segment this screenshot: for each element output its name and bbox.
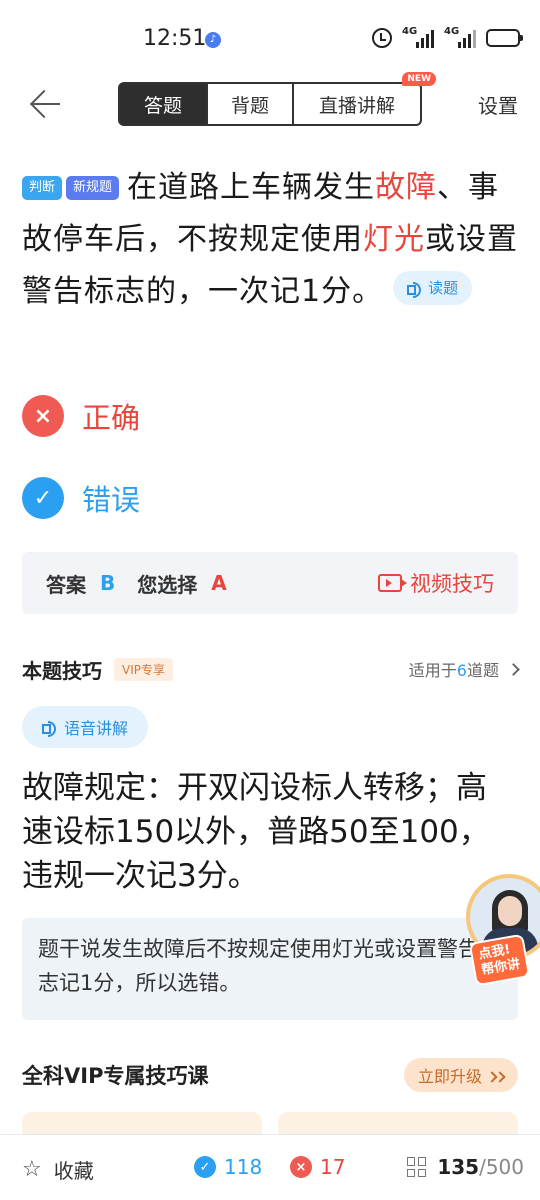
- double-chevron-icon: [486, 1066, 506, 1085]
- tips-header: 本题技巧 VIP专享 适用于6道题: [22, 654, 520, 684]
- option-false[interactable]: ✓ 错误: [22, 476, 322, 520]
- back-arrow-icon[interactable]: [28, 88, 64, 120]
- applies-count: 6: [456, 661, 467, 680]
- signal-label-1: 4G: [402, 26, 418, 37]
- answer-summary: 答案 B 您选择 A 视频技巧: [22, 552, 518, 614]
- applies-suffix: 道题: [466, 661, 499, 680]
- vip-exclusive-badge: VIP专享: [114, 657, 173, 681]
- wrong-count-value: 17: [320, 1155, 346, 1179]
- status-icons: 4G 4G: [372, 26, 523, 48]
- wrong-mark-icon: ×: [22, 395, 64, 437]
- favorite-button[interactable]: ☆ 收藏: [22, 1155, 94, 1184]
- answer-label: 答案: [46, 572, 86, 597]
- your-choice-value: A: [211, 571, 227, 595]
- vip-course-title: 全科VIP专属技巧课: [22, 1064, 209, 1088]
- voice-explain-label: 语音讲解: [64, 719, 129, 738]
- video-icon: [378, 574, 407, 592]
- upgrade-button[interactable]: 立即升级: [403, 1058, 518, 1092]
- chevron-right-icon: [507, 662, 520, 676]
- correct-count-value: 118: [224, 1155, 263, 1179]
- top-nav: 答题 背题 直播讲解 NEW 设置: [0, 72, 540, 130]
- status-bar: 12:51 ♪ 4G 4G: [0, 0, 540, 80]
- your-choice-label: 您选择: [137, 572, 198, 597]
- check-circle-icon: ✓: [194, 1156, 216, 1178]
- signal-icon-2: 4G: [444, 26, 476, 48]
- applies-prefix: 适用于: [408, 661, 457, 680]
- tab-live-explain-label: 直播讲解: [318, 94, 395, 117]
- battery-icon: [486, 29, 523, 47]
- tab-memorize[interactable]: 背题: [208, 84, 294, 124]
- vip-course-header: 全科VIP专属技巧课 立即升级: [22, 1058, 518, 1092]
- signal-label-2: 4G: [444, 26, 460, 37]
- correct-count: ✓ 118: [194, 1155, 262, 1179]
- tip-mnemonic: 故障规定：开双闪设标人转移；高速设标150以外，普路50至100，违规一次记3分…: [22, 770, 490, 894]
- signal-icon-1: 4G: [402, 26, 434, 48]
- bottom-bar: ☆ 收藏 ✓ 118 × 17 135/500: [0, 1134, 540, 1200]
- tag-judgement: 判断: [22, 176, 63, 200]
- upgrade-label: 立即升级: [417, 1067, 482, 1086]
- helper-label: 点我! 帮你讲: [468, 933, 531, 987]
- speaker-icon: [42, 720, 58, 737]
- question-part-1: 在道路上车辆发生: [127, 170, 376, 205]
- voice-explain-button[interactable]: 语音讲解: [22, 706, 149, 748]
- video-tips-button[interactable]: 视频技巧: [378, 568, 494, 598]
- star-icon: ☆: [22, 1156, 42, 1182]
- question-text: 判断 新规题 在道路上车辆发生故障、事故停车后，不按规定使用灯光或设置警告标志的，一…: [22, 162, 518, 318]
- question-progress-button[interactable]: 135/500: [407, 1155, 524, 1179]
- progress-current: 135: [437, 1155, 480, 1179]
- question-highlight-2: 灯光: [363, 222, 425, 257]
- check-mark-icon: ✓: [22, 477, 64, 519]
- answer-value: B: [100, 571, 116, 595]
- speaker-icon: [407, 281, 423, 298]
- option-true-label: 正确: [82, 401, 141, 435]
- video-tips-label: 视频技巧: [410, 572, 494, 596]
- read-question-button[interactable]: 读题: [393, 271, 473, 305]
- status-time: 12:51: [143, 26, 207, 51]
- option-true[interactable]: × 正确: [22, 394, 322, 438]
- tab-answer[interactable]: 答题: [120, 84, 208, 124]
- wrong-count: × 17: [290, 1155, 345, 1179]
- tag-new-rule: 新规题: [66, 176, 120, 200]
- favorite-label: 收藏: [53, 1159, 94, 1183]
- new-badge: NEW: [402, 72, 436, 86]
- x-circle-icon: ×: [290, 1156, 312, 1178]
- tab-live-explain[interactable]: 直播讲解 NEW: [294, 72, 436, 124]
- read-question-label: 读题: [428, 279, 459, 297]
- question-highlight-1: 故障: [375, 170, 438, 205]
- alarm-icon: [372, 28, 392, 48]
- mode-tabs: 答题 背题 直播讲解 NEW: [118, 72, 436, 126]
- option-false-label: 错误: [82, 483, 141, 517]
- progress-total: /500: [479, 1155, 524, 1179]
- helper-avatar-button[interactable]: 点我! 帮你讲: [466, 874, 540, 987]
- music-icon: ♪: [205, 32, 221, 48]
- settings-button[interactable]: 设置: [478, 90, 518, 119]
- explanation-box: 题干说发生故障后不按规定使用灯光或设置警告标志记1分，所以选错。: [22, 918, 518, 1020]
- applies-to-link[interactable]: 适用于6道题: [408, 657, 520, 681]
- grid-icon: [407, 1157, 427, 1177]
- tips-title: 本题技巧: [22, 658, 102, 683]
